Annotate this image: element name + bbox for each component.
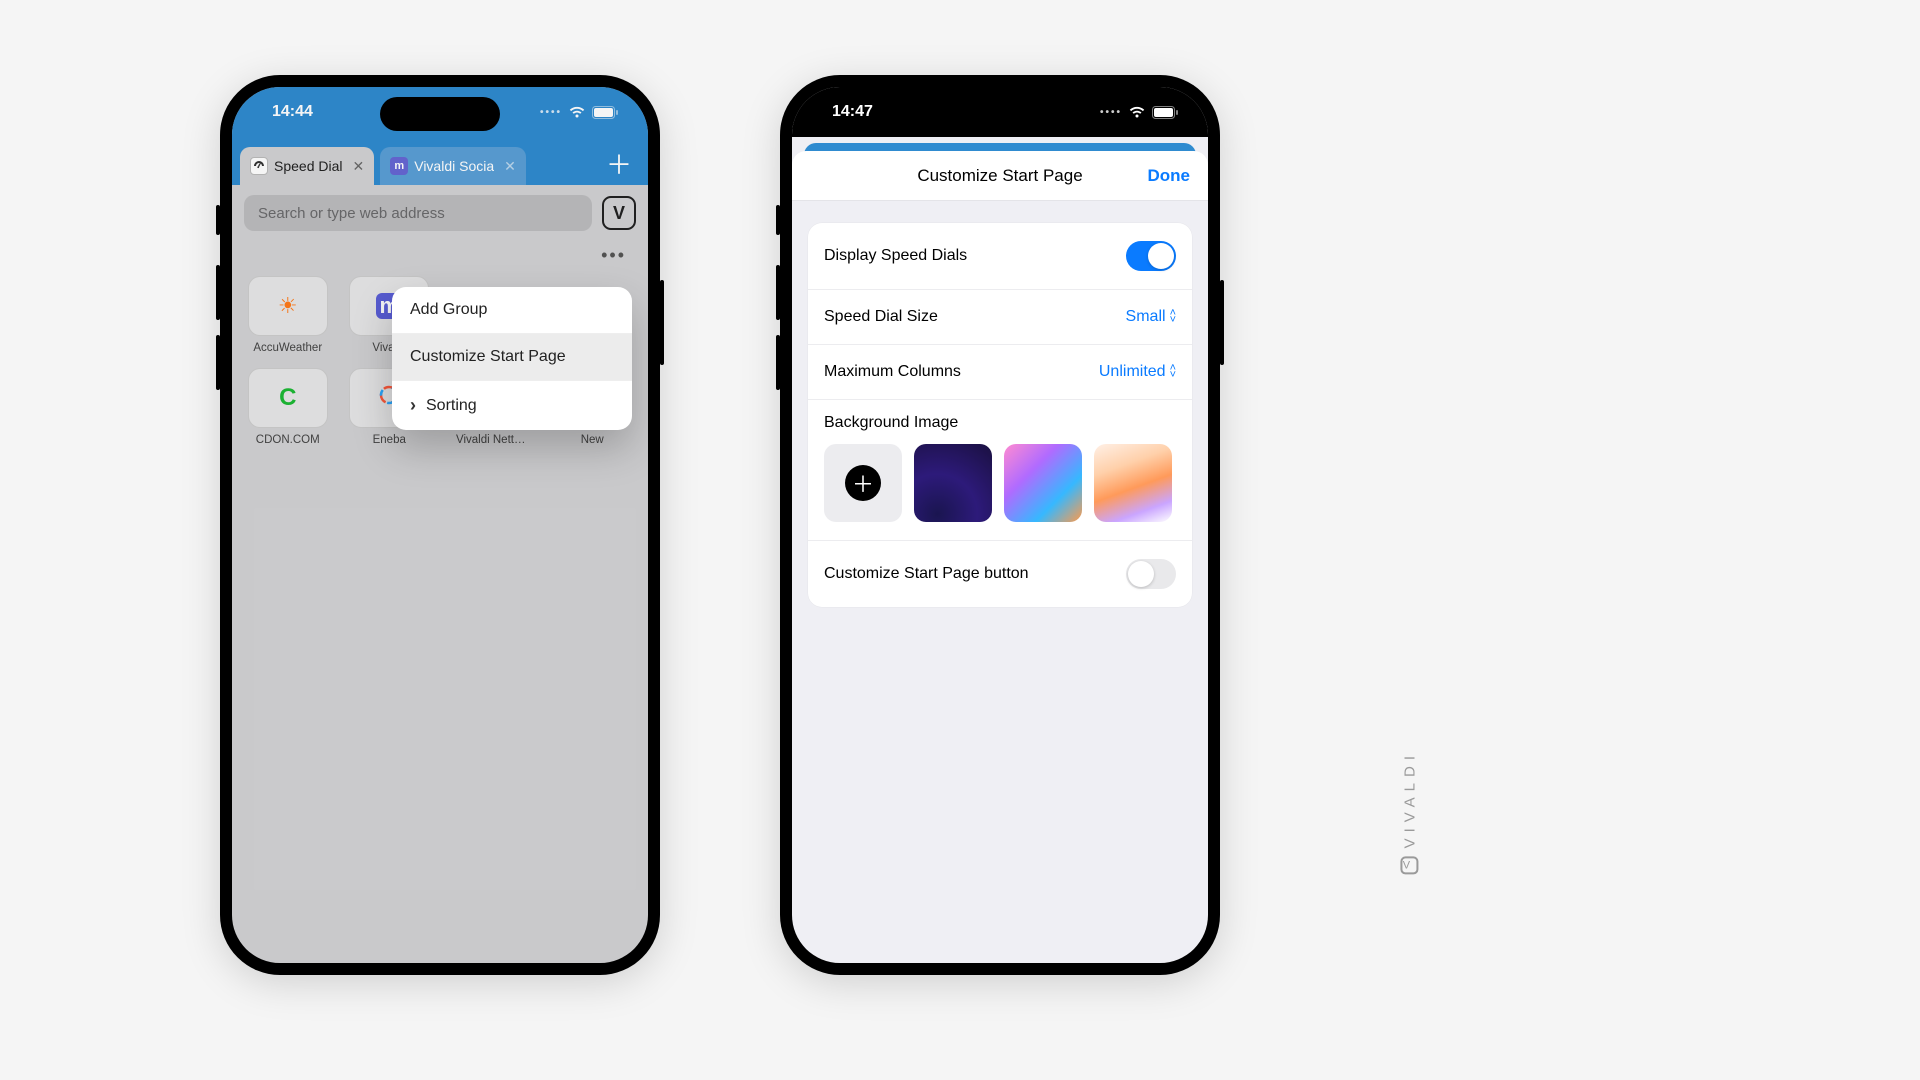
- vivaldi-social-favicon: m: [390, 157, 408, 175]
- menu-add-group[interactable]: Add Group: [392, 287, 632, 334]
- vivaldi-watermark: V VIVALDI: [1400, 750, 1418, 874]
- row-speed-dial-size[interactable]: Speed Dial Size Small ˄˅: [808, 290, 1192, 345]
- speed-dial-item[interactable]: C CDON.COM: [244, 368, 332, 446]
- battery-icon: [592, 106, 618, 119]
- phone-left: 14:44 •••• Speed Dial ✕: [220, 75, 660, 975]
- cellular-icon: ••••: [1100, 107, 1122, 118]
- wifi-icon: [568, 105, 586, 119]
- dial-label: CDON.COM: [256, 434, 320, 446]
- row-value: Small: [1126, 308, 1166, 326]
- dial-label: Vivaldi Nett…: [456, 434, 525, 446]
- speed-dial-favicon: [250, 157, 268, 175]
- notch: [940, 97, 1060, 131]
- bg-add-button[interactable]: ＋: [824, 444, 902, 522]
- address-input[interactable]: Search or type web address: [244, 195, 592, 231]
- row-label: Display Speed Dials: [824, 247, 967, 265]
- row-display-speed-dials: Display Speed Dials: [808, 223, 1192, 290]
- done-button[interactable]: Done: [1148, 166, 1191, 186]
- chevron-up-down-icon: ˄˅: [1170, 310, 1176, 324]
- bg-option-1[interactable]: [914, 444, 992, 522]
- toggle-customize-button[interactable]: [1126, 559, 1176, 589]
- dial-label: AccuWeather: [253, 342, 322, 354]
- tab-inactive[interactable]: m Vivaldi Socia ✕: [380, 147, 526, 185]
- new-tab-button[interactable]: ＋: [606, 145, 632, 182]
- vivaldi-logo-icon: V: [1400, 856, 1418, 874]
- row-label: Maximum Columns: [824, 363, 961, 381]
- sheet-header: Customize Start Page Done: [792, 151, 1208, 201]
- status-time: 14:44: [272, 103, 313, 121]
- menu-sorting[interactable]: Sorting: [392, 381, 632, 430]
- cdon-icon: C: [279, 384, 296, 412]
- row-label: Background Image: [824, 414, 1176, 432]
- chevron-up-down-icon: ˄˅: [1170, 365, 1176, 379]
- vivaldi-menu-button[interactable]: V: [602, 196, 636, 230]
- row-value: Unlimited: [1099, 363, 1166, 381]
- accuweather-icon: ☀: [278, 293, 298, 319]
- menu-customize-start-page[interactable]: Customize Start Page: [392, 334, 632, 381]
- toggle-display-speed-dials[interactable]: [1126, 241, 1176, 271]
- address-row: Search or type web address V: [232, 185, 648, 241]
- settings-card: Display Speed Dials Speed Dial Size Smal…: [808, 223, 1192, 607]
- tab-inactive-label: Vivaldi Socia: [414, 158, 494, 174]
- tab-active-label: Speed Dial: [274, 158, 343, 174]
- menu-item-label: Add Group: [410, 301, 487, 319]
- row-background-image: Background Image ＋: [808, 400, 1192, 541]
- close-icon[interactable]: ✕: [353, 158, 365, 175]
- status-time: 14:47: [832, 103, 873, 121]
- wifi-icon: [1128, 105, 1146, 119]
- dial-label: New: [581, 434, 604, 446]
- tab-active[interactable]: Speed Dial ✕: [240, 147, 374, 185]
- dial-label: Eneba: [373, 434, 406, 446]
- bg-option-3[interactable]: [1094, 444, 1172, 522]
- battery-icon: [1152, 106, 1178, 119]
- menu-item-label: Sorting: [426, 397, 477, 415]
- row-label: Customize Start Page button: [824, 565, 1029, 583]
- cellular-icon: ••••: [540, 107, 562, 118]
- row-max-columns[interactable]: Maximum Columns Unlimited ˄˅: [808, 345, 1192, 400]
- bg-option-2[interactable]: [1004, 444, 1082, 522]
- plus-icon: ＋: [845, 465, 881, 501]
- close-icon[interactable]: ✕: [504, 158, 516, 175]
- context-menu: Add Group Customize Start Page Sorting: [392, 287, 632, 430]
- speed-dial-item[interactable]: ☀ AccuWeather: [244, 276, 332, 354]
- watermark-text: VIVALDI: [1401, 750, 1418, 848]
- row-customize-button: Customize Start Page button: [808, 541, 1192, 607]
- tab-bar: Speed Dial ✕ m Vivaldi Socia ✕ ＋: [232, 137, 648, 185]
- address-placeholder: Search or type web address: [258, 205, 445, 222]
- sheet-title: Customize Start Page: [917, 166, 1082, 186]
- row-label: Speed Dial Size: [824, 308, 938, 326]
- more-menu-icon[interactable]: •••: [601, 245, 626, 266]
- notch: [380, 97, 500, 131]
- menu-item-label: Customize Start Page: [410, 348, 566, 366]
- phone-right: 14:47 •••• Customize Start Page Done: [780, 75, 1220, 975]
- chevron-right-icon: [410, 395, 418, 416]
- settings-body: Display Speed Dials Speed Dial Size Smal…: [792, 201, 1208, 629]
